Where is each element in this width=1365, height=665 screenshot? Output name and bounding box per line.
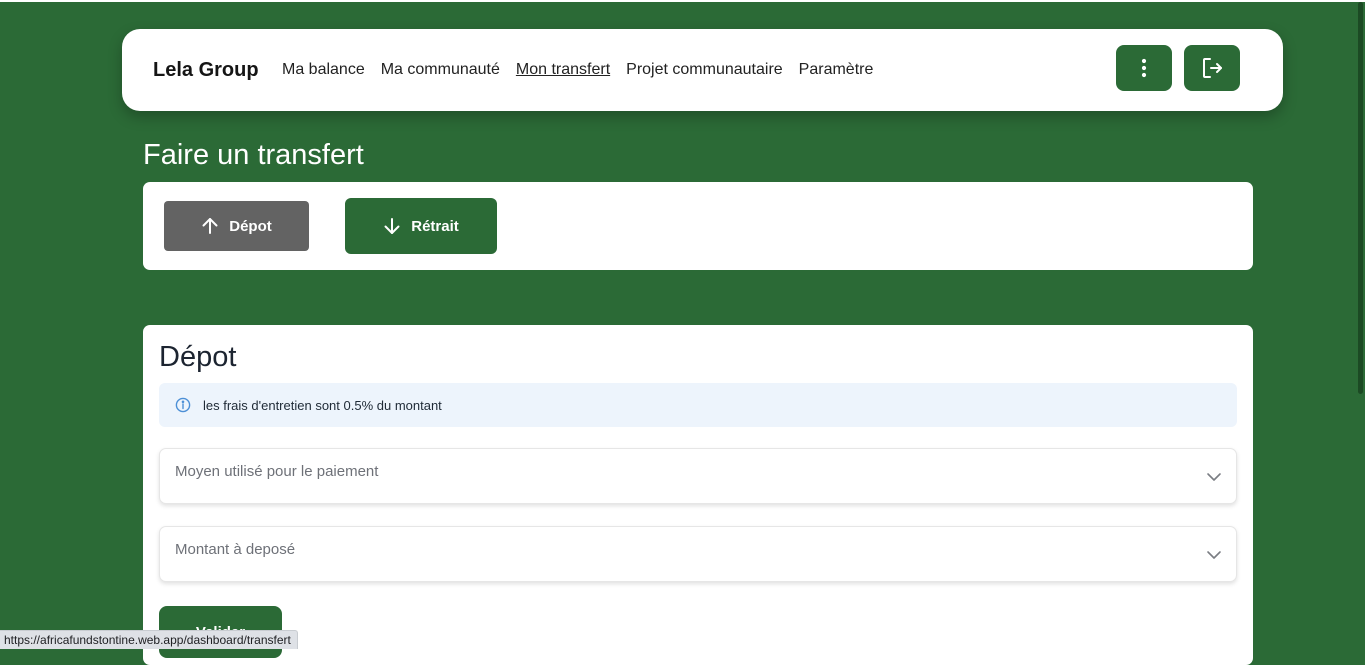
depot-tab-label: Dépot: [229, 217, 272, 235]
info-alert-text: les frais d'entretien sont 0.5% du monta…: [203, 398, 442, 413]
nav-link-ma-communaute[interactable]: Ma communauté: [381, 61, 500, 79]
depot-form-card: Dépot les frais d'entretien sont 0.5% du…: [143, 325, 1253, 665]
brand-logo-text[interactable]: Lela Group: [153, 59, 259, 82]
logout-button[interactable]: [1184, 45, 1240, 91]
info-alert: les frais d'entretien sont 0.5% du monta…: [159, 383, 1237, 427]
arrow-up-icon: [202, 218, 218, 234]
retrait-tab-label: Rétrait: [411, 217, 459, 235]
nav-link-parametre[interactable]: Paramètre: [799, 61, 874, 79]
chevron-down-icon: [1207, 551, 1221, 559]
form-title: Dépot: [159, 341, 237, 373]
amount-select[interactable]: Montant à deposé: [159, 526, 1237, 582]
scrollbar[interactable]: [1358, 2, 1363, 394]
chevron-down-icon: [1207, 473, 1221, 481]
more-vertical-icon: [1141, 58, 1147, 78]
nav-links: Ma balance Ma communauté Mon transfert P…: [282, 61, 873, 79]
payment-method-select[interactable]: Moyen utilisé pour le paiement: [159, 448, 1237, 504]
nav-link-ma-balance[interactable]: Ma balance: [282, 61, 365, 79]
nav-link-mon-transfert[interactable]: Mon transfert: [516, 61, 610, 79]
payment-method-label: Moyen utilisé pour le paiement: [175, 463, 379, 480]
amount-label: Montant à deposé: [175, 541, 296, 558]
transfer-type-card: Dépot Rétrait: [143, 182, 1253, 270]
more-options-button[interactable]: [1116, 45, 1172, 91]
navbar: Lela Group Ma balance Ma communauté Mon …: [122, 29, 1283, 111]
logout-icon: [1203, 58, 1222, 78]
retrait-tab-button[interactable]: Rétrait: [345, 198, 497, 254]
depot-tab-button[interactable]: Dépot: [164, 201, 309, 251]
nav-link-projet-communautaire[interactable]: Projet communautaire: [626, 61, 783, 79]
arrow-down-icon: [384, 218, 400, 234]
page-title: Faire un transfert: [143, 139, 364, 171]
info-icon: [175, 397, 191, 413]
window-top-border: [0, 0, 1365, 2]
status-bar-url: https://africafundstontine.web.app/dashb…: [0, 630, 298, 649]
